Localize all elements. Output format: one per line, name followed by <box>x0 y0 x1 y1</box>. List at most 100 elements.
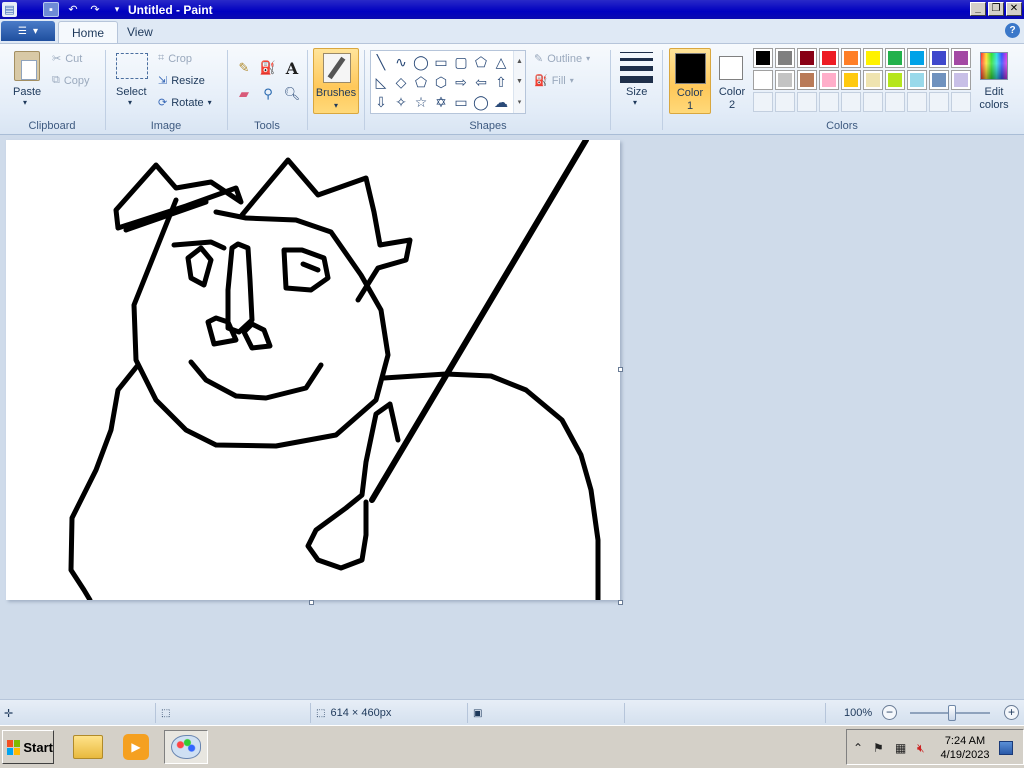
line-shape-icon[interactable]: ╲ <box>371 53 391 72</box>
pencil-icon[interactable]: ✎ <box>233 57 255 79</box>
outline-button[interactable]: ✎ Outline ▾ <box>534 52 590 66</box>
left-arrow-shape-icon[interactable]: ⇦ <box>471 73 491 92</box>
network-icon[interactable]: ▦ <box>895 741 911 755</box>
palette-custom-color-slot[interactable] <box>929 92 949 112</box>
show-hidden-icons-icon[interactable]: ⌃ <box>853 741 869 755</box>
right-triangle-shape-icon[interactable]: ◺ <box>371 73 391 92</box>
text-icon[interactable]: A <box>281 57 303 79</box>
tab-home[interactable]: Home <box>58 21 119 43</box>
palette-color-swatch[interactable] <box>753 70 773 90</box>
cut-button[interactable]: ✂ Cut <box>52 52 82 66</box>
scroll-down-icon[interactable]: ▼ <box>516 78 523 85</box>
line-size-icon[interactable] <box>620 52 653 83</box>
five-point-star-shape-icon[interactable]: ☆ <box>411 93 431 112</box>
drawing-canvas[interactable] <box>6 137 620 603</box>
chevron-down-icon[interactable]: ▾ <box>128 98 132 107</box>
brushes-button[interactable]: Brushes ▾ <box>313 48 359 114</box>
color2-button[interactable]: Color 2 <box>713 48 751 114</box>
down-arrow-shape-icon[interactable]: ⇩ <box>371 93 391 112</box>
cloud-callout-shape-icon[interactable]: ☁︎ <box>491 93 511 112</box>
pentagon-shape-icon[interactable]: ⬠ <box>411 73 431 92</box>
fill-button[interactable]: ⛽ Fill ▾ <box>534 74 574 88</box>
chevron-down-icon[interactable]: ▾ <box>633 98 637 107</box>
expand-gallery-icon[interactable]: ▾ <box>518 98 522 106</box>
volume-muted-icon[interactable]: 🔇︎ <box>917 741 933 755</box>
resize-handle-corner[interactable] <box>618 600 623 605</box>
palette-color-swatch[interactable] <box>929 70 949 90</box>
palette-color-swatch[interactable] <box>819 70 839 90</box>
eraser-icon[interactable]: ▰ <box>233 83 255 105</box>
selection-icon[interactable] <box>116 53 148 79</box>
select-button[interactable]: Select <box>116 86 147 98</box>
redo-icon[interactable]: ↷ <box>87 2 103 17</box>
palette-color-swatch[interactable] <box>775 48 795 68</box>
edit-colors-button[interactable]: Edit colors <box>975 48 1013 114</box>
color1-button[interactable]: Color 1 <box>669 48 711 114</box>
oval-callout-shape-icon[interactable]: ◯ <box>471 93 491 112</box>
palette-custom-color-slot[interactable] <box>753 92 773 112</box>
rotate-button[interactable]: ⟳ Rotate ▾ <box>158 96 212 110</box>
undo-icon[interactable]: ↶ <box>65 2 81 17</box>
polygon-shape-icon[interactable]: ⬠ <box>471 53 491 72</box>
oval-shape-icon[interactable]: ◯ <box>411 53 431 72</box>
size-button[interactable]: Size <box>626 86 647 98</box>
palette-color-swatch[interactable] <box>753 48 773 68</box>
palette-custom-color-slot[interactable] <box>885 92 905 112</box>
tab-view[interactable]: View <box>114 21 166 43</box>
resize-button[interactable]: ⇲ Resize <box>158 74 205 88</box>
palette-custom-color-slot[interactable] <box>797 92 817 112</box>
rectangle-shape-icon[interactable]: ▭ <box>431 53 451 72</box>
palette-color-swatch[interactable] <box>863 48 883 68</box>
canvas-workarea[interactable] <box>0 136 1024 699</box>
color-picker-icon[interactable]: ⚲ <box>257 83 279 105</box>
palette-custom-color-slot[interactable] <box>819 92 839 112</box>
palette-color-swatch[interactable] <box>797 48 817 68</box>
right-arrow-shape-icon[interactable]: ⇨ <box>451 73 471 92</box>
file-explorer-taskbar-button[interactable] <box>66 730 110 764</box>
palette-color-swatch[interactable] <box>951 70 971 90</box>
shapes-scrollbar[interactable]: ▲ ▼ ▾ <box>513 51 525 113</box>
chevron-down-icon[interactable]: ▾ <box>23 98 27 107</box>
four-point-star-shape-icon[interactable]: ✧ <box>391 93 411 112</box>
close-button[interactable]: ✕ <box>1006 2 1022 16</box>
clipboard-icon[interactable] <box>14 51 40 81</box>
crop-button[interactable]: ⌗ Crop <box>158 52 192 65</box>
palette-color-swatch[interactable] <box>797 70 817 90</box>
palette-custom-color-slot[interactable] <box>841 92 861 112</box>
palette-color-swatch[interactable] <box>907 48 927 68</box>
palette-color-swatch[interactable] <box>885 48 905 68</box>
clock[interactable]: 7:24 AM 4/19/2023 <box>935 734 995 762</box>
palette-color-swatch[interactable] <box>951 48 971 68</box>
palette-custom-color-slot[interactable] <box>775 92 795 112</box>
save-icon[interactable]: ▪ <box>43 2 59 17</box>
curve-shape-icon[interactable]: ∿ <box>391 53 411 72</box>
paint-taskbar-button[interactable] <box>164 730 208 764</box>
palette-custom-color-slot[interactable] <box>907 92 927 112</box>
rounded-rectangle-shape-icon[interactable]: ▢ <box>451 53 471 72</box>
rect-callout-shape-icon[interactable]: ▭ <box>451 93 471 112</box>
palette-color-swatch[interactable] <box>841 70 861 90</box>
paint-menu-button[interactable]: ☰ ▾ <box>1 21 55 41</box>
paste-button[interactable]: Paste <box>13 86 41 98</box>
palette-color-swatch[interactable] <box>819 48 839 68</box>
restore-button[interactable]: ❐ <box>988 2 1004 16</box>
media-player-taskbar-button[interactable]: ▶ <box>114 730 158 764</box>
resize-handle-right[interactable] <box>618 367 623 372</box>
diamond-shape-icon[interactable]: ◇ <box>391 73 411 92</box>
paint-app-icon[interactable]: ▤ <box>2 2 17 17</box>
zoom-in-button[interactable]: + <box>1004 705 1019 720</box>
palette-color-swatch[interactable] <box>841 48 861 68</box>
customize-qat-icon[interactable]: ▾ <box>109 2 125 17</box>
six-point-star-shape-icon[interactable]: ✡ <box>431 93 451 112</box>
magnifier-icon[interactable]: 🔍︎ <box>281 83 303 105</box>
paint-bucket-icon[interactable]: ⛽ <box>257 57 279 79</box>
palette-custom-color-slot[interactable] <box>863 92 883 112</box>
palette-color-swatch[interactable] <box>863 70 883 90</box>
triangle-shape-icon[interactable]: △ <box>491 53 511 72</box>
palette-color-swatch[interactable] <box>907 70 927 90</box>
minimize-button[interactable]: _ <box>970 2 986 16</box>
zoom-slider-thumb[interactable] <box>948 705 956 721</box>
resize-handle-bottom[interactable] <box>309 600 314 605</box>
palette-color-swatch[interactable] <box>775 70 795 90</box>
show-desktop-icon[interactable] <box>999 741 1013 755</box>
